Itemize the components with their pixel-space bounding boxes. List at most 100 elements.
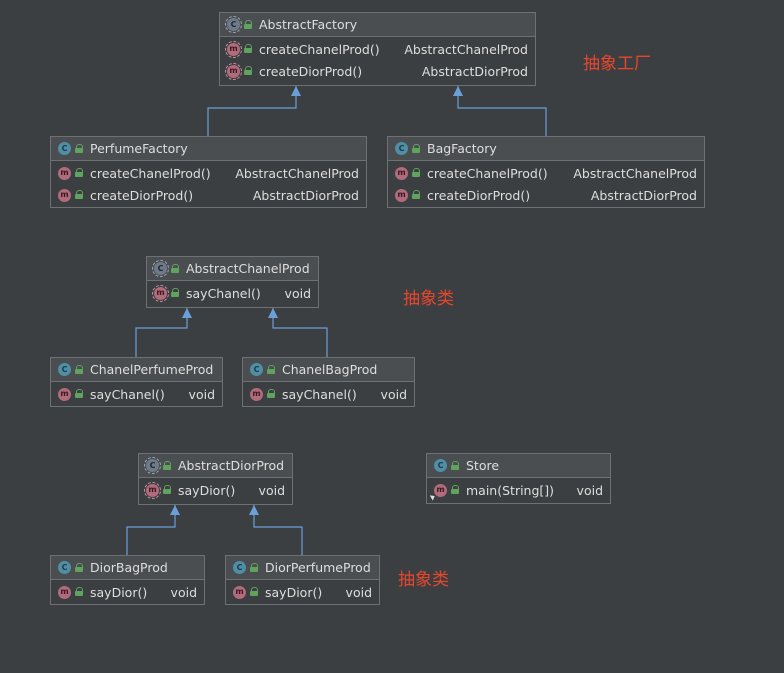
public-lock-icon [250,562,259,573]
class-name: BagFactory [427,141,497,156]
class-header[interactable]: C DiorPerfumeProd [226,556,379,580]
class-name: PerfumeFactory [90,141,188,156]
abstract-method-icon: m [225,62,242,80]
method-return-type: void [380,386,407,402]
method-list: m sayChanel() void [147,281,318,304]
class-dior-bag-prod[interactable]: C DiorBagProd m sayDior() void [50,555,205,605]
method-icon: m [58,188,71,202]
method-return-type: AbstractDiorProd [590,187,697,203]
class-header[interactable]: C AbstractChanelProd [147,257,318,281]
class-perfume-factory[interactable]: C PerfumeFactory m createChanelProd() Ab… [50,136,367,208]
public-lock-icon [171,288,180,298]
annotation-abstract-chanel: 抽象类 [403,289,454,309]
class-icon: C [58,142,71,155]
public-lock-icon [267,389,276,399]
class-abstract-factory[interactable]: C AbstractFactory m createChanelProd() A… [219,12,536,86]
method-return-type: void [188,386,215,402]
method-list: m sayDior() void [226,580,379,603]
class-header[interactable]: C DiorBagProd [51,556,204,580]
public-lock-icon [250,587,259,597]
public-lock-icon [451,485,460,495]
method-return-type: void [284,285,311,301]
class-header[interactable]: C ChanelPerfumeProd [51,358,222,382]
method-row[interactable]: m main(String[]) void [427,479,610,501]
method-icon: m [395,188,408,202]
class-abstract-dior-prod[interactable]: C AbstractDiorProd m sayDior() void [138,453,293,505]
method-row[interactable]: m sayDior() void [139,479,292,501]
class-name: Store [466,458,500,473]
class-header[interactable]: C Store [427,454,610,478]
method-name: createChanelProd() [427,165,548,181]
public-lock-icon [412,143,421,154]
public-lock-icon [412,190,421,200]
class-name: ChanelPerfumeProd [90,362,214,377]
public-lock-icon [412,168,421,178]
class-header[interactable]: C AbstractDiorProd [139,454,292,478]
method-return-type: AbstractDiorProd [252,187,359,203]
method-name: sayDior() [90,584,148,600]
run-main-icon: m [434,483,447,497]
edge-bag-factory-to-abstract-factory [453,86,547,136]
class-chanel-perfume-prod[interactable]: C ChanelPerfumeProd m sayChanel() void [50,357,223,407]
method-row[interactable]: m sayDior() void [226,581,379,603]
method-return-type: void [258,482,285,498]
method-list: m createChanelProd() AbstractChanelProd … [51,161,366,206]
method-icon: m [395,166,408,180]
method-row[interactable]: m createChanelProd() AbstractChanelProd [220,38,535,60]
class-icon: C [250,363,263,376]
method-row[interactable]: m sayChanel() void [243,383,414,405]
abstract-class-icon: C [225,16,242,33]
class-abstract-chanel-prod[interactable]: C AbstractChanelProd m sayChanel() void [146,256,319,308]
method-row[interactable]: m createDiorProd() AbstractDiorProd [220,60,535,82]
class-header[interactable]: C AbstractFactory [220,13,535,37]
class-header[interactable]: C PerfumeFactory [51,137,366,161]
method-row[interactable]: m sayDior() void [51,581,204,603]
class-dior-perfume-prod[interactable]: C DiorPerfumeProd m sayDior() void [225,555,380,605]
uml-diagram-canvas: C AbstractFactory m createChanelProd() A… [0,0,784,673]
method-return-type: void [345,584,372,600]
method-name: createDiorProd() [90,187,194,203]
public-lock-icon [244,66,253,76]
class-store[interactable]: C Store m main(String[]) void [426,453,611,504]
method-row[interactable]: m createDiorProd() AbstractDiorProd [388,184,704,206]
method-icon: m [233,585,246,599]
abstract-class-icon: C [144,457,161,474]
method-return-type: AbstractChanelProd [235,165,359,181]
public-lock-icon [75,190,84,200]
class-name: DiorPerfumeProd [265,560,371,575]
method-return-type: void [576,482,603,498]
method-row[interactable]: m sayChanel() void [147,282,318,304]
abstract-method-icon: m [152,284,169,302]
method-row[interactable]: m createDiorProd() AbstractDiorProd [51,184,366,206]
abstract-method-icon: m [144,481,161,499]
class-name: ChanelBagProd [282,362,378,377]
method-name: sayChanel() [282,386,357,402]
public-lock-icon [163,485,172,495]
class-icon: C [434,459,447,472]
public-lock-icon [75,562,84,573]
edge-dior-bag-to-abstract-dior [126,505,180,555]
method-row[interactable]: m createChanelProd() AbstractChanelProd [51,162,366,184]
class-header[interactable]: C BagFactory [388,137,704,161]
class-header[interactable]: C ChanelBagProd [243,358,414,382]
method-return-type: void [170,584,197,600]
class-chanel-bag-prod[interactable]: C ChanelBagProd m sayChanel() void [242,357,415,407]
public-lock-icon [244,19,253,30]
method-icon: m [58,585,71,599]
method-row[interactable]: m createChanelProd() AbstractChanelProd [388,162,704,184]
method-name: main(String[]) [466,482,555,498]
method-list: m sayDior() void [139,478,292,501]
method-return-type: AbstractDiorProd [421,63,528,79]
public-lock-icon [267,364,276,375]
method-row[interactable]: m sayChanel() void [51,383,222,405]
method-return-type: AbstractChanelProd [573,165,697,181]
public-lock-icon [75,389,84,399]
method-name: sayChanel() [186,285,261,301]
annotation-abstract-dior: 抽象类 [398,570,449,590]
method-name: createChanelProd() [259,41,380,57]
public-lock-icon [244,44,253,54]
method-list: m createChanelProd() AbstractChanelProd … [388,161,704,206]
annotation-abstract-factory: 抽象工厂 [583,54,651,74]
class-name: AbstractFactory [259,17,358,32]
class-bag-factory[interactable]: C BagFactory m createChanelProd() Abstra… [387,136,705,208]
